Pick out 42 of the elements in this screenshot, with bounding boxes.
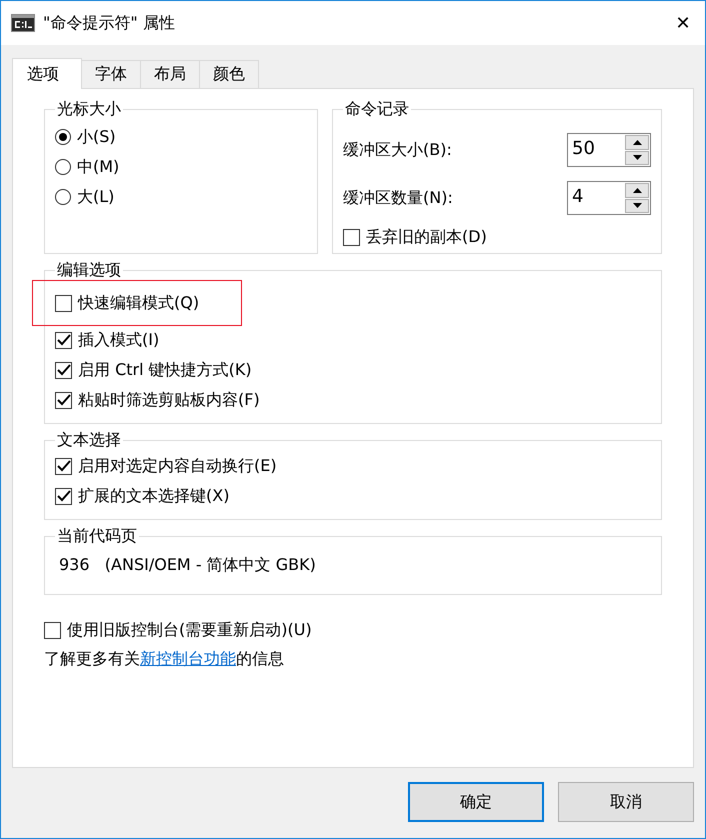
group-title: 文本选择	[56, 430, 122, 451]
cancel-button[interactable]: 取消	[558, 782, 694, 822]
checkbox-label: 使用旧版控制台(需要重新启动)(U)	[67, 620, 312, 640]
radio-label: 中(M)	[77, 156, 120, 178]
checkbox-label: 启用对选定内容自动换行(E)	[78, 456, 277, 476]
radio-button[interactable]	[55, 129, 71, 145]
checkbox[interactable]	[55, 488, 72, 504]
tab[interactable]: 选项	[12, 58, 82, 89]
group-title: 编辑选项	[56, 260, 122, 281]
group-title: 光标大小	[56, 99, 122, 120]
group-title: 当前代码页	[56, 526, 138, 547]
group-title: 命令记录	[344, 99, 410, 120]
radio-button[interactable]	[55, 189, 71, 205]
checkbox[interactable]	[343, 228, 360, 246]
window-title: "命令提示符" 属性	[43, 12, 176, 34]
checkbox-label: 插入模式(I)	[78, 330, 160, 350]
checkbox[interactable]	[55, 332, 72, 348]
checkbox[interactable]	[55, 458, 72, 474]
checkbox[interactable]	[55, 294, 72, 312]
radio-option[interactable]: 大(L)	[55, 182, 307, 212]
checkbox[interactable]	[44, 622, 61, 638]
radio-label: 小(S)	[77, 126, 116, 148]
checkbox-label: 丢弃旧的副本(D)	[366, 226, 487, 248]
checkbox-label: 快速编辑模式(Q)	[78, 292, 200, 314]
radio-option[interactable]: 中(M)	[55, 152, 307, 182]
checkbox-label: 启用 Ctrl 键快捷方式(K)	[78, 360, 252, 380]
console-icon	[11, 14, 35, 32]
feature-link[interactable]: 新控制台功能	[140, 649, 236, 668]
radio-button[interactable]	[55, 159, 71, 175]
close-button[interactable]: ✕	[661, 12, 705, 34]
radio-option[interactable]: 小(S)	[55, 122, 307, 152]
radio-label: 大(L)	[77, 186, 114, 208]
checkbox[interactable]	[55, 392, 72, 408]
checkbox-label: 粘贴时筛选剪贴板内容(F)	[78, 390, 260, 410]
checkbox[interactable]	[55, 362, 72, 378]
field-label: 缓冲区大小(B):	[343, 140, 452, 160]
info-text: 了解更多有关新控制台功能的信息	[44, 649, 285, 670]
field-label: 缓冲区数量(N):	[343, 188, 453, 208]
ok-button[interactable]: 确定	[408, 782, 544, 822]
checkbox-label: 扩展的文本选择键(X)	[78, 486, 230, 506]
code-page-value: 936 (ANSI/OEM - 简体中文 GBK)	[58, 554, 317, 576]
tab[interactable]: 颜色	[199, 60, 259, 88]
